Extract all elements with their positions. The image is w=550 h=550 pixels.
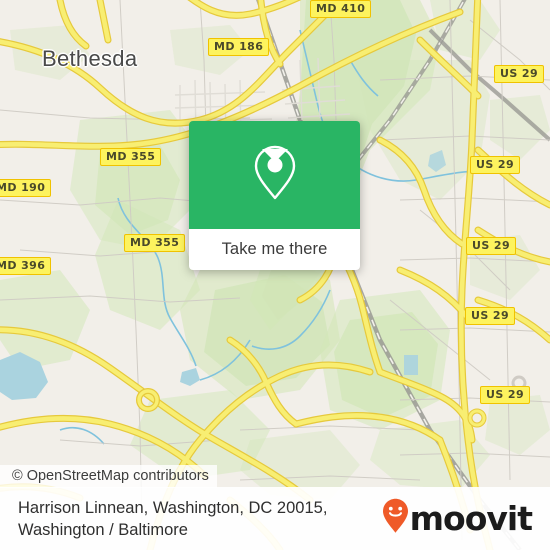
take-me-there-button[interactable]: Take me there	[189, 229, 360, 270]
road-shield: MD 186	[208, 38, 270, 56]
road-shield: MD 190	[0, 179, 52, 197]
osm-attribution[interactable]: © OpenStreetMap contributors	[0, 465, 217, 488]
road-shield: MD 396	[0, 257, 52, 275]
place-label-bethesda: Bethesda	[42, 46, 138, 71]
address-line-1: Harrison Linnean, Washington, DC 20015,	[18, 498, 328, 517]
moovit-wordmark: moovit	[409, 499, 533, 538]
road-shield: US 29	[465, 307, 515, 325]
road-shield: US 29	[466, 237, 516, 255]
map-screen: Bethesda MD 410 MD 186 US 29 MD 355 US 2…	[0, 0, 550, 550]
road-shield: US 29	[480, 386, 530, 404]
destination-callout[interactable]: Take me there	[189, 121, 360, 270]
road-shield: US 29	[494, 65, 544, 83]
callout-tail	[262, 149, 288, 162]
road-shield: MD 410	[310, 0, 372, 18]
moovit-logo[interactable]: moovit	[382, 498, 550, 539]
road-shield: MD 355	[100, 148, 162, 166]
callout-pin-area	[189, 121, 360, 229]
address-line-2: Washington / Baltimore	[18, 520, 188, 539]
address-block: Harrison Linnean, Washington, DC 20015, …	[0, 497, 327, 541]
moovit-pin-icon	[382, 498, 409, 539]
bottom-info-bar: Harrison Linnean, Washington, DC 20015, …	[0, 487, 550, 550]
road-shield: US 29	[470, 156, 520, 174]
road-shield: MD 355	[124, 234, 186, 252]
take-me-there-label: Take me there	[221, 240, 328, 258]
